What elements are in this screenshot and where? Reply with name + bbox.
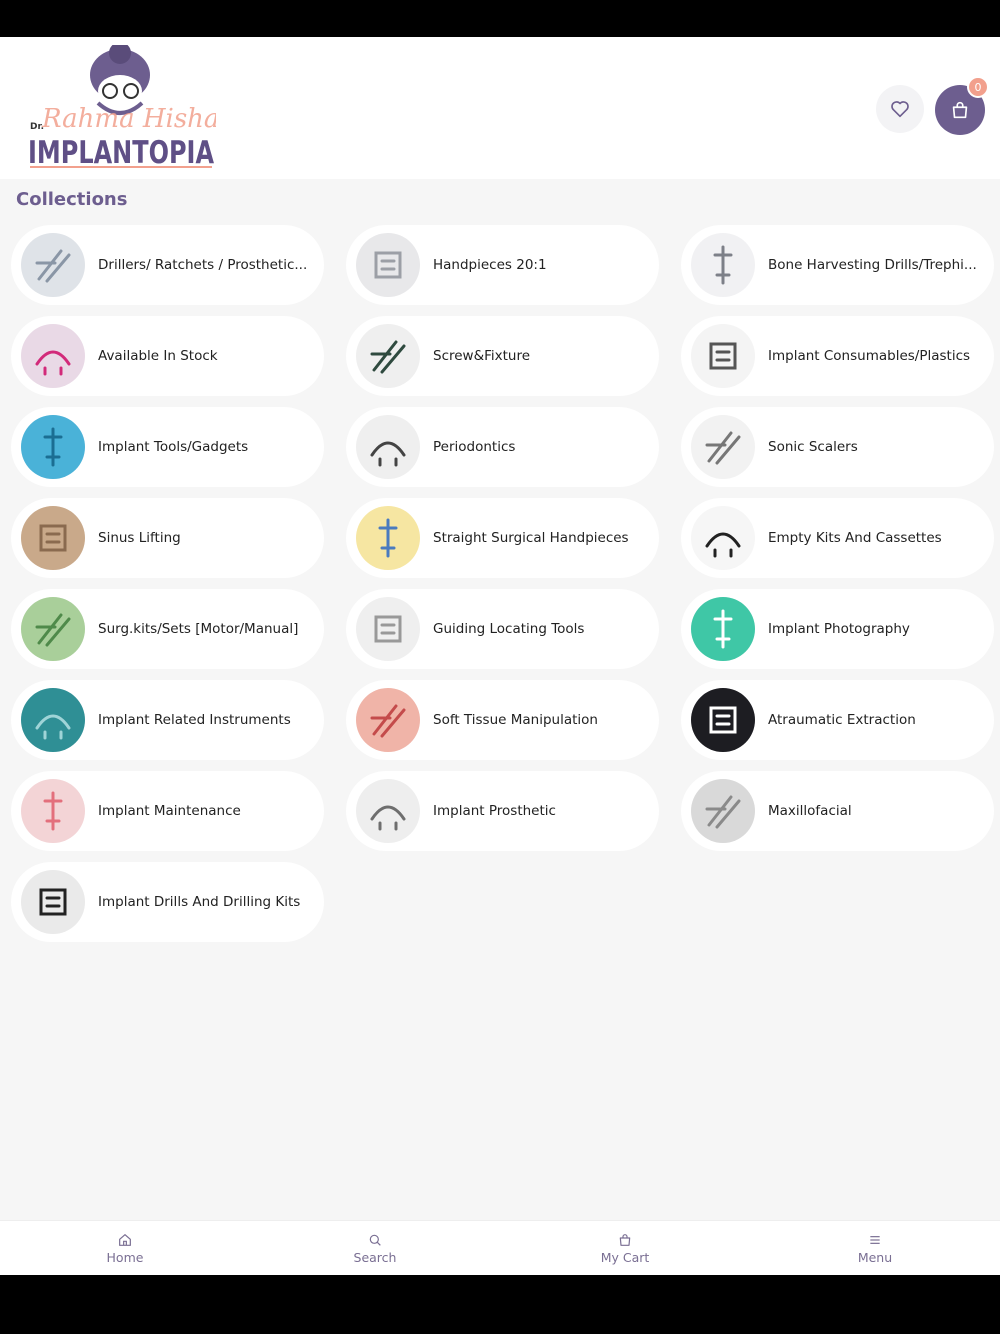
collection-card-label: Straight Surgical Handpieces xyxy=(433,530,629,546)
surgical-handpiece-icon xyxy=(356,506,420,570)
collection-card-label: Implant Tools/Gadgets xyxy=(98,439,249,455)
tools-icon xyxy=(21,415,85,479)
collection-card-label: Implant Prosthetic xyxy=(433,803,556,819)
logo-script-text: Rahma Hisham's xyxy=(41,104,216,134)
surgical-kit-icon xyxy=(21,597,85,661)
maintenance-icon xyxy=(21,779,85,843)
collection-card[interactable]: Periodontics xyxy=(346,407,659,487)
shopping-bag-icon xyxy=(619,1233,631,1246)
collection-card[interactable]: Surg.kits/Sets [Motor/Manual] xyxy=(11,589,324,669)
soft-tissue-icon xyxy=(356,688,420,752)
logo-main-text: IMPLANTOPIA xyxy=(28,135,214,171)
search-icon xyxy=(369,1234,381,1246)
collection-card[interactable]: Bone Harvesting Drills/Trephi... xyxy=(681,225,994,305)
screwdriver-icon xyxy=(356,324,420,388)
scaler-icon xyxy=(691,415,755,479)
tooth-camera-icon xyxy=(691,597,755,661)
tab-menu[interactable]: Menu xyxy=(750,1221,1000,1275)
collection-card[interactable]: Implant Prosthetic xyxy=(346,771,659,851)
collection-card-label: Implant Maintenance xyxy=(98,803,241,819)
collection-card[interactable]: Implant Consumables/Plastics xyxy=(681,316,994,396)
tab-search[interactable]: Search xyxy=(250,1221,500,1275)
tab-menu-label: Menu xyxy=(857,1249,893,1265)
tab-search-label: Search xyxy=(353,1249,397,1265)
collection-card-label: Implant Related Instruments xyxy=(98,712,291,728)
collection-card[interactable]: Implant Photography xyxy=(681,589,994,669)
prosthetic-icon xyxy=(356,779,420,843)
collection-card[interactable]: Drillers/ Ratchets / Prosthetic... xyxy=(11,225,324,305)
header: Rahma Hisham's Dr. IMPLANTOPIA 0 xyxy=(0,37,1000,179)
collection-card-label: Periodontics xyxy=(433,439,516,455)
collection-card-label: Sonic Scalers xyxy=(768,439,858,455)
instruments-icon xyxy=(21,688,85,752)
collection-card-label: Implant Consumables/Plastics xyxy=(768,348,971,364)
collection-card-label: Bone Harvesting Drills/Trephi... xyxy=(768,257,977,273)
collection-card[interactable]: Soft Tissue Manipulation xyxy=(346,680,659,760)
collection-card-label: Sinus Lifting xyxy=(98,530,181,546)
collection-card-label: Implant Drills And Drilling Kits xyxy=(98,894,301,910)
bottom-tab-bar: Home Search My Cart Menu xyxy=(0,1220,1000,1275)
collection-card-label: Available In Stock xyxy=(98,348,218,364)
collection-grid: Drillers/ Ratchets / Prosthetic... Handpi… xyxy=(11,225,996,942)
logo-prefix: Dr. xyxy=(30,122,44,132)
collection-card[interactable]: Available In Stock xyxy=(11,316,324,396)
collection-card-label: Drillers/ Ratchets / Prosthetic... xyxy=(98,257,308,273)
tab-home[interactable]: Home xyxy=(0,1221,250,1275)
collection-card[interactable]: Implant Maintenance xyxy=(11,771,324,851)
collection-card[interactable]: Guiding Locating Tools xyxy=(346,589,659,669)
heart-icon xyxy=(891,101,909,118)
collection-card[interactable]: Implant Tools/Gadgets xyxy=(11,407,324,487)
drill-set-icon xyxy=(21,870,85,934)
guide-tool-icon xyxy=(356,597,420,661)
maxillofacial-icon xyxy=(691,779,755,843)
app-screen: Rahma Hisham's Dr. IMPLANTOPIA 0 Collect… xyxy=(0,37,1000,1275)
collection-card[interactable]: Screw&Fixture xyxy=(346,316,659,396)
collections-title: Collections xyxy=(16,189,128,210)
collection-card-label: Handpieces 20:1 xyxy=(433,257,547,273)
collection-card[interactable]: Straight Surgical Handpieces xyxy=(346,498,659,578)
shopping-bag-icon xyxy=(952,101,968,119)
cassette-icon xyxy=(691,506,755,570)
wishlist-button[interactable] xyxy=(876,85,924,133)
collection-card-label: Surg.kits/Sets [Motor/Manual] xyxy=(98,621,299,637)
collection-card[interactable]: Sonic Scalers xyxy=(681,407,994,487)
collection-card[interactable]: Sinus Lifting xyxy=(11,498,324,578)
kit-tray-icon xyxy=(21,233,85,297)
collection-card[interactable]: Handpieces 20:1 xyxy=(346,225,659,305)
sinus-icon xyxy=(21,506,85,570)
collection-card[interactable]: Empty Kits And Cassettes xyxy=(681,498,994,578)
perio-instrument-icon xyxy=(356,415,420,479)
handpiece-icon xyxy=(356,233,420,297)
collection-card[interactable]: Implant Drills And Drilling Kits xyxy=(11,862,324,942)
hamburger-menu-icon xyxy=(870,1235,880,1244)
collection-card-label: Implant Photography xyxy=(768,621,910,637)
collection-card-label: Soft Tissue Manipulation xyxy=(433,712,598,728)
collection-card[interactable]: Maxillofacial xyxy=(681,771,994,851)
in-stock-icon xyxy=(21,324,85,388)
tab-my-cart[interactable]: My Cart xyxy=(500,1221,750,1275)
collection-card-label: Maxillofacial xyxy=(768,803,852,819)
home-icon xyxy=(119,1233,131,1246)
cart-count-badge: 0 xyxy=(967,76,989,98)
collection-card[interactable]: Implant Related Instruments xyxy=(11,680,324,760)
collection-card-label: Screw&Fixture xyxy=(433,348,531,364)
collection-card-label: Guiding Locating Tools xyxy=(433,621,585,637)
collection-card-label: Empty Kits And Cassettes xyxy=(768,530,942,546)
store-logo[interactable]: Rahma Hisham's Dr. IMPLANTOPIA xyxy=(28,42,265,171)
tab-my-cart-label: My Cart xyxy=(600,1249,650,1265)
drill-icon xyxy=(691,233,755,297)
tab-home-label: Home xyxy=(106,1249,144,1265)
collection-card[interactable]: Atraumatic Extraction xyxy=(681,680,994,760)
consumables-icon xyxy=(691,324,755,388)
extraction-icon xyxy=(691,688,755,752)
collection-card-label: Atraumatic Extraction xyxy=(768,712,916,728)
